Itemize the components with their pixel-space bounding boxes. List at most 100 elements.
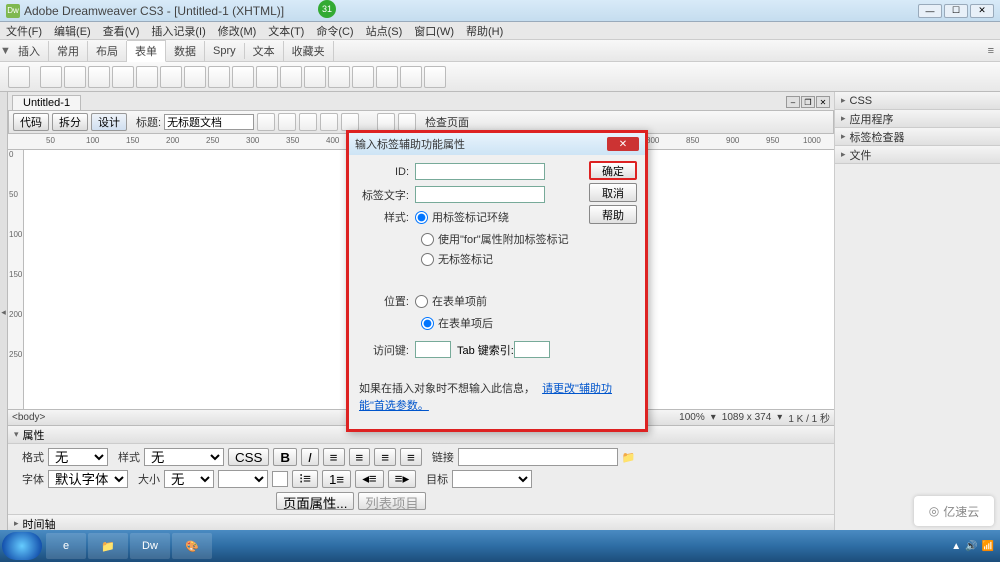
checkbox-button[interactable]: [112, 66, 134, 88]
radio-button[interactable]: [136, 66, 158, 88]
list-ul-button[interactable]: ⁝≡: [292, 470, 318, 488]
align-left-button[interactable]: ≡: [323, 448, 345, 466]
tray-icon[interactable]: 🔊: [965, 541, 977, 552]
ok-button[interactable]: 确定: [589, 161, 637, 180]
panel-tag-inspector[interactable]: 标签检查器: [835, 128, 1000, 146]
link-folder-icon[interactable]: 📁: [622, 451, 636, 464]
page-properties-button[interactable]: 页面属性...: [276, 492, 354, 510]
doc-close-button[interactable]: ✕: [816, 96, 830, 108]
image-button[interactable]: [232, 66, 254, 88]
help-button[interactable]: 帮助: [589, 205, 637, 224]
css-button[interactable]: CSS: [228, 448, 269, 466]
pos-radio-before[interactable]: [415, 295, 428, 308]
check-button[interactable]: [398, 113, 416, 131]
minimize-button[interactable]: —: [918, 4, 942, 18]
bold-button[interactable]: B: [273, 448, 297, 466]
doc-tab[interactable]: Untitled-1: [12, 95, 81, 110]
start-button[interactable]: [2, 532, 42, 560]
menu-modify[interactable]: 修改(M): [218, 23, 257, 39]
globe-icon[interactable]: [278, 113, 296, 131]
dialog-titlebar[interactable]: 输入标签辅助功能属性 ✕: [349, 133, 645, 155]
doc-restore-button[interactable]: ❐: [801, 96, 815, 108]
unit-select[interactable]: [218, 470, 268, 488]
outdent-button[interactable]: ◂≡: [355, 470, 383, 488]
refresh-icon[interactable]: [299, 113, 317, 131]
tray-icon[interactable]: ▲: [951, 541, 961, 552]
view-code-button[interactable]: 代码: [13, 113, 49, 131]
radiogroup-button[interactable]: [160, 66, 182, 88]
textfield-button[interactable]: [40, 66, 62, 88]
italic-button[interactable]: I: [301, 448, 319, 466]
link-input[interactable]: [458, 448, 618, 466]
dialog-close-button[interactable]: ✕: [607, 137, 639, 151]
visual-aids-button[interactable]: [341, 113, 359, 131]
fieldset-button[interactable]: [328, 66, 350, 88]
menu-site[interactable]: 站点(S): [366, 23, 403, 39]
style-radio-none[interactable]: [421, 253, 434, 266]
maximize-button[interactable]: ☐: [944, 4, 968, 18]
color-swatch[interactable]: [272, 471, 288, 487]
tab-layout[interactable]: 布局: [88, 41, 127, 61]
tab-text[interactable]: 文本: [245, 41, 284, 61]
tag-selector[interactable]: <body>: [12, 412, 45, 423]
spry2-button[interactable]: [376, 66, 398, 88]
tabindex-input[interactable]: [514, 341, 550, 358]
labeltext-input[interactable]: [415, 186, 545, 203]
indent-button[interactable]: ≡▸: [388, 470, 416, 488]
insert-menu-icon[interactable]: ≡: [982, 45, 1000, 57]
target-select[interactable]: [452, 470, 532, 488]
jump-button[interactable]: [208, 66, 230, 88]
view-design-button[interactable]: 设计: [91, 113, 127, 131]
menu-edit[interactable]: 编辑(E): [54, 23, 91, 39]
panel-collapse-left[interactable]: ◂: [0, 92, 8, 532]
title-input[interactable]: [164, 114, 254, 130]
textarea-button[interactable]: [88, 66, 110, 88]
tab-forms[interactable]: 表单: [127, 40, 166, 62]
tab-common[interactable]: 常用: [49, 41, 88, 61]
view-split-button[interactable]: 拆分: [52, 113, 88, 131]
doc-min-button[interactable]: –: [786, 96, 800, 108]
size-select[interactable]: 无: [164, 470, 214, 488]
menu-view[interactable]: 查看(V): [103, 23, 140, 39]
tray-icon[interactable]: 📶: [982, 541, 994, 552]
tab-spry[interactable]: Spry: [205, 43, 245, 59]
tab-favorites[interactable]: 收藏夹: [284, 41, 334, 61]
taskbar-explorer-icon[interactable]: 📁: [88, 533, 128, 559]
menu-window[interactable]: 窗口(W): [414, 23, 454, 39]
taskbar-ie-icon[interactable]: e: [46, 533, 86, 559]
button-button[interactable]: [280, 66, 302, 88]
align-center-button[interactable]: ≡: [349, 448, 371, 466]
align-right-button[interactable]: ≡: [374, 448, 396, 466]
menu-commands[interactable]: 命令(C): [316, 23, 353, 39]
close-button[interactable]: ✕: [970, 4, 994, 18]
align-justify-button[interactable]: ≡: [400, 448, 422, 466]
spry4-button[interactable]: [424, 66, 446, 88]
panel-css[interactable]: CSS: [835, 92, 1000, 110]
list-ol-button[interactable]: 1≡: [322, 470, 351, 488]
label-button[interactable]: [304, 66, 326, 88]
view-options-button[interactable]: [320, 113, 338, 131]
accesskey-input[interactable]: [415, 341, 451, 358]
hidden-button[interactable]: [64, 66, 86, 88]
insert-chevron-icon[interactable]: ▼: [0, 45, 10, 57]
validate-button[interactable]: [377, 113, 395, 131]
taskbar-dw-icon[interactable]: Dw: [130, 533, 170, 559]
cancel-button[interactable]: 取消: [589, 183, 637, 202]
form-button[interactable]: [8, 66, 30, 88]
font-select[interactable]: 默认字体: [48, 470, 128, 488]
menu-insert[interactable]: 插入记录(I): [151, 23, 205, 39]
browser-button[interactable]: [257, 113, 275, 131]
panel-files[interactable]: 文件: [835, 146, 1000, 164]
system-tray[interactable]: ▲ 🔊 📶: [951, 541, 998, 552]
panel-application[interactable]: 应用程序: [835, 110, 1000, 128]
spry1-button[interactable]: [352, 66, 374, 88]
tab-data[interactable]: 数据: [166, 41, 205, 61]
menu-help[interactable]: 帮助(H): [466, 23, 503, 39]
check-page-label[interactable]: 检查页面: [425, 114, 469, 130]
zoom-value[interactable]: 100%: [679, 412, 705, 423]
pos-radio-after[interactable]: [421, 317, 434, 330]
spry3-button[interactable]: [400, 66, 422, 88]
taskbar-paint-icon[interactable]: 🎨: [172, 533, 212, 559]
style-select[interactable]: 无: [144, 448, 224, 466]
id-input[interactable]: [415, 163, 545, 180]
